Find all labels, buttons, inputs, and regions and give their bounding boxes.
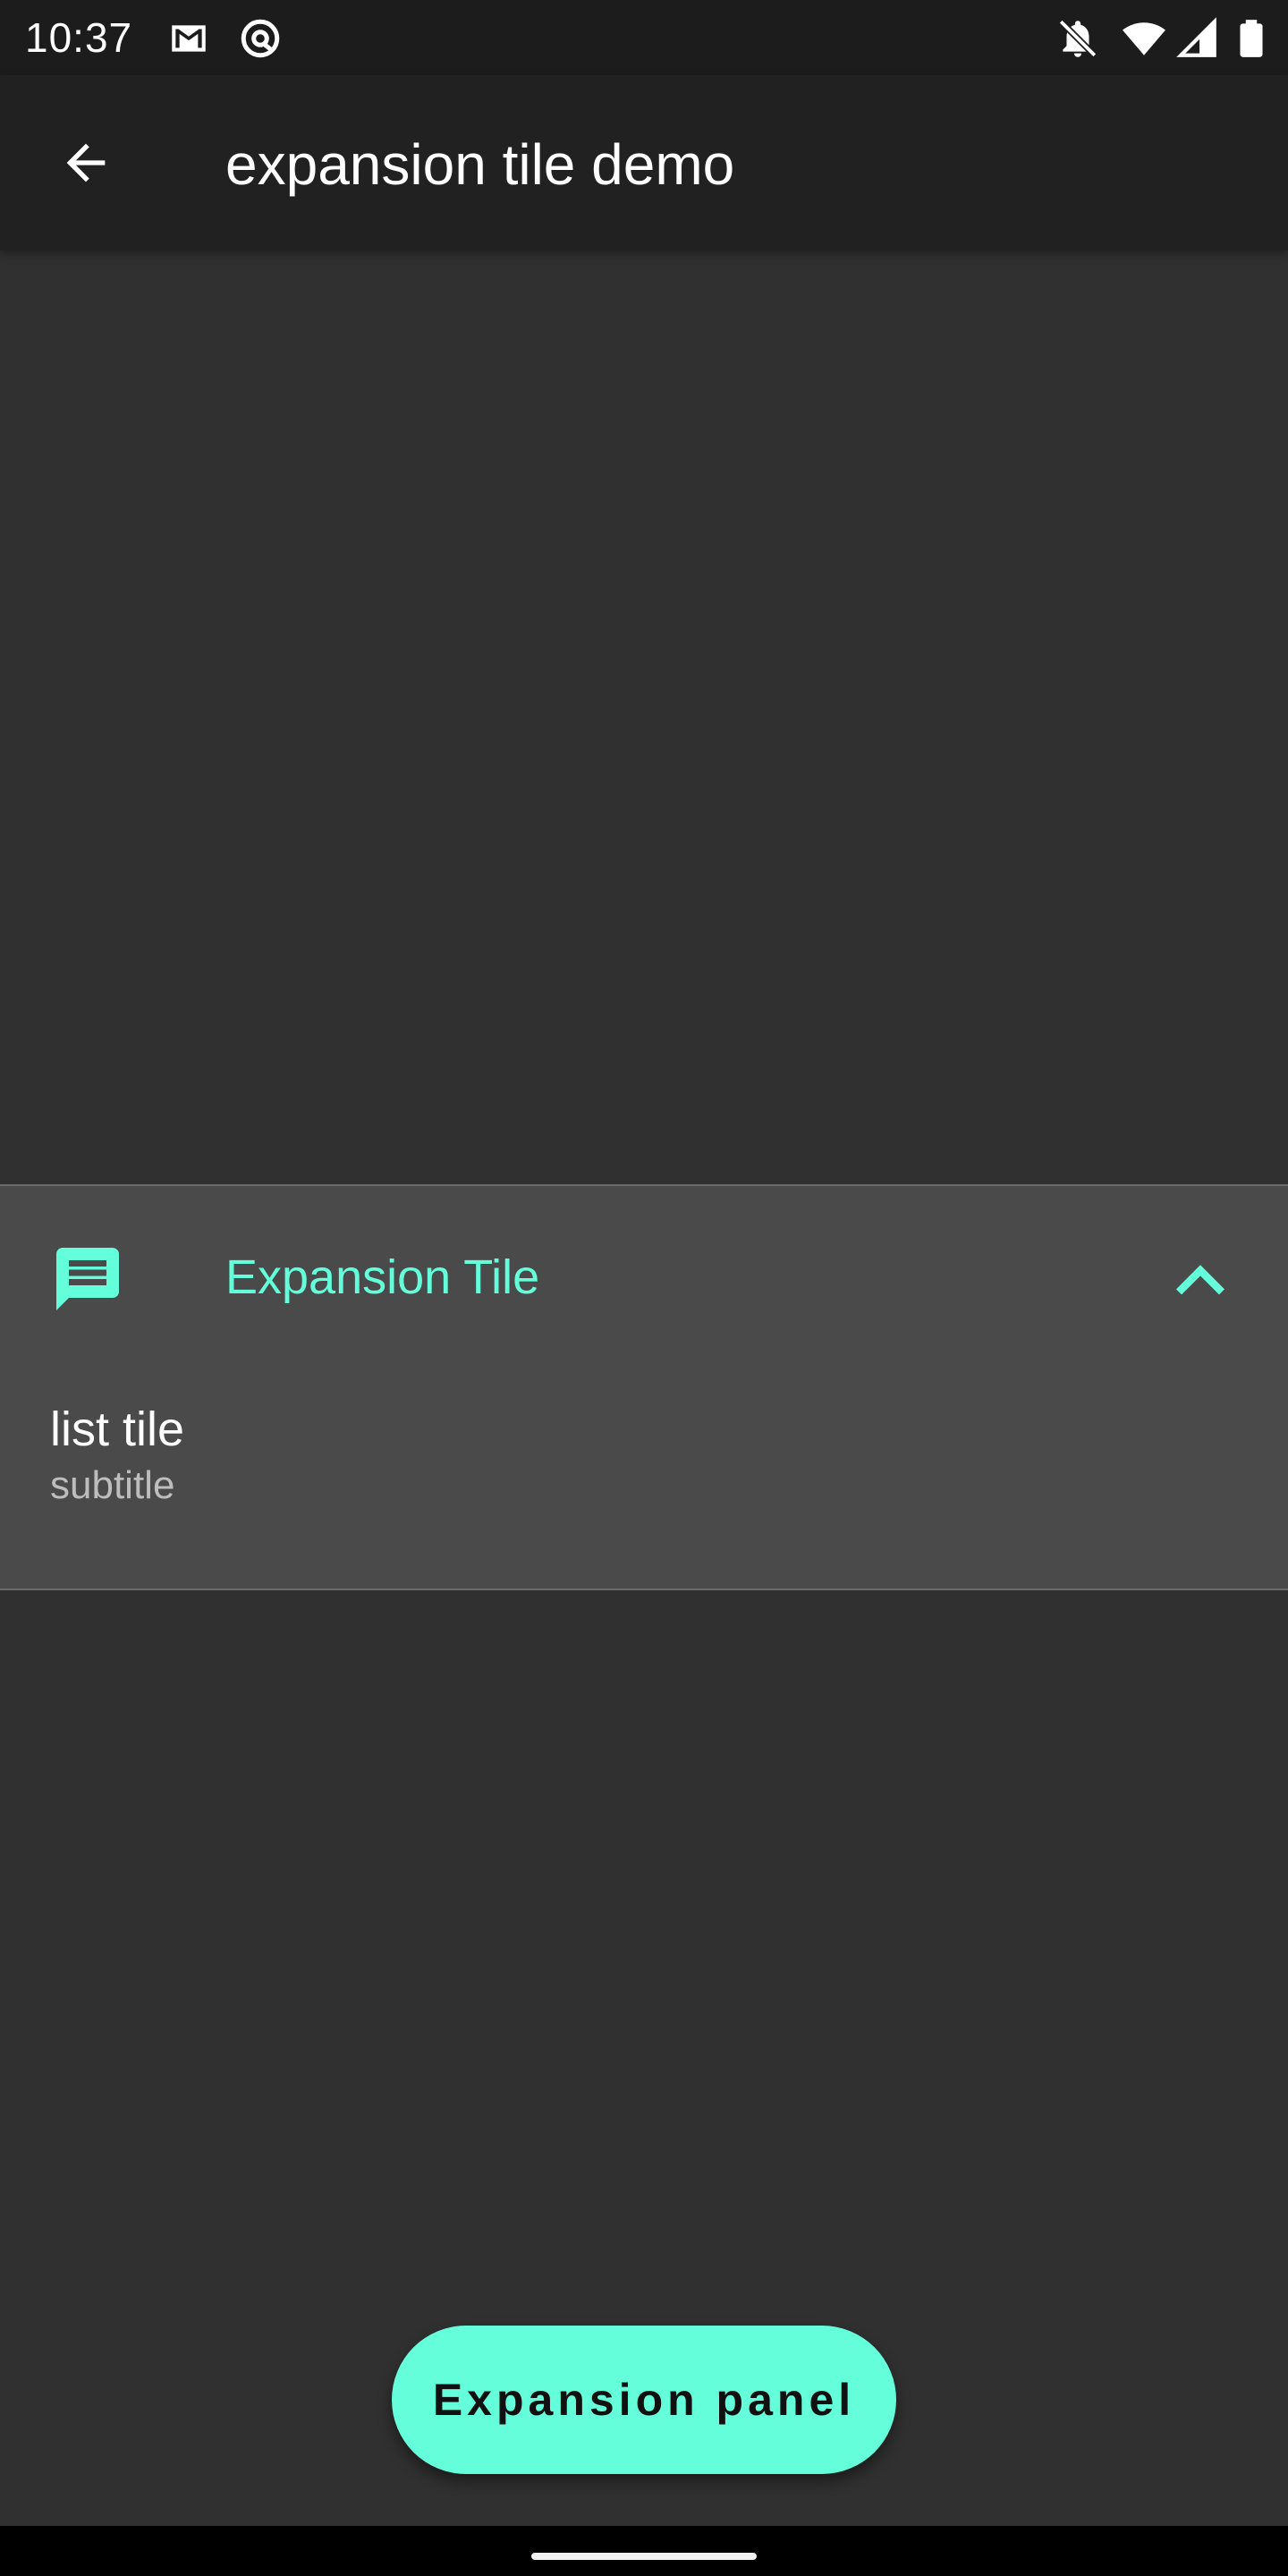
expansion-panel-button[interactable]: Expansion panel	[392, 2326, 896, 2474]
list-tile-title: list tile	[50, 1402, 185, 1456]
status-time: 10:37	[25, 14, 133, 61]
notifications-off-icon	[1055, 16, 1100, 61]
screen: 10:37 expansion tile demo Expansion Tile…	[0, 0, 1288, 2576]
expansion-tile-title: Expansion Tile	[225, 1250, 540, 1304]
expansion-tile: Expansion Tile list tile subtitle	[0, 1184, 1288, 1590]
at-sign-icon	[238, 16, 283, 61]
status-bar: 10:37	[0, 0, 1288, 75]
home-indicator[interactable]	[531, 2553, 757, 2560]
page-title: expansion tile demo	[225, 132, 735, 197]
app-bar: expansion tile demo	[0, 75, 1288, 250]
gmail-icon	[166, 16, 211, 61]
arrow-back-icon	[66, 143, 106, 182]
list-tile[interactable]: list tile subtitle	[0, 1365, 1288, 1589]
chevron-up-icon[interactable]	[1172, 1258, 1229, 1302]
navigation-bar	[0, 2526, 1288, 2576]
message-icon	[50, 1241, 125, 1317]
back-button[interactable]	[43, 120, 129, 206]
battery-icon	[1229, 16, 1274, 61]
list-tile-subtitle: subtitle	[50, 1463, 175, 1507]
wifi-icon	[1122, 16, 1166, 61]
signal-icon	[1175, 16, 1220, 61]
expansion-tile-header[interactable]: Expansion Tile	[0, 1186, 1288, 1365]
